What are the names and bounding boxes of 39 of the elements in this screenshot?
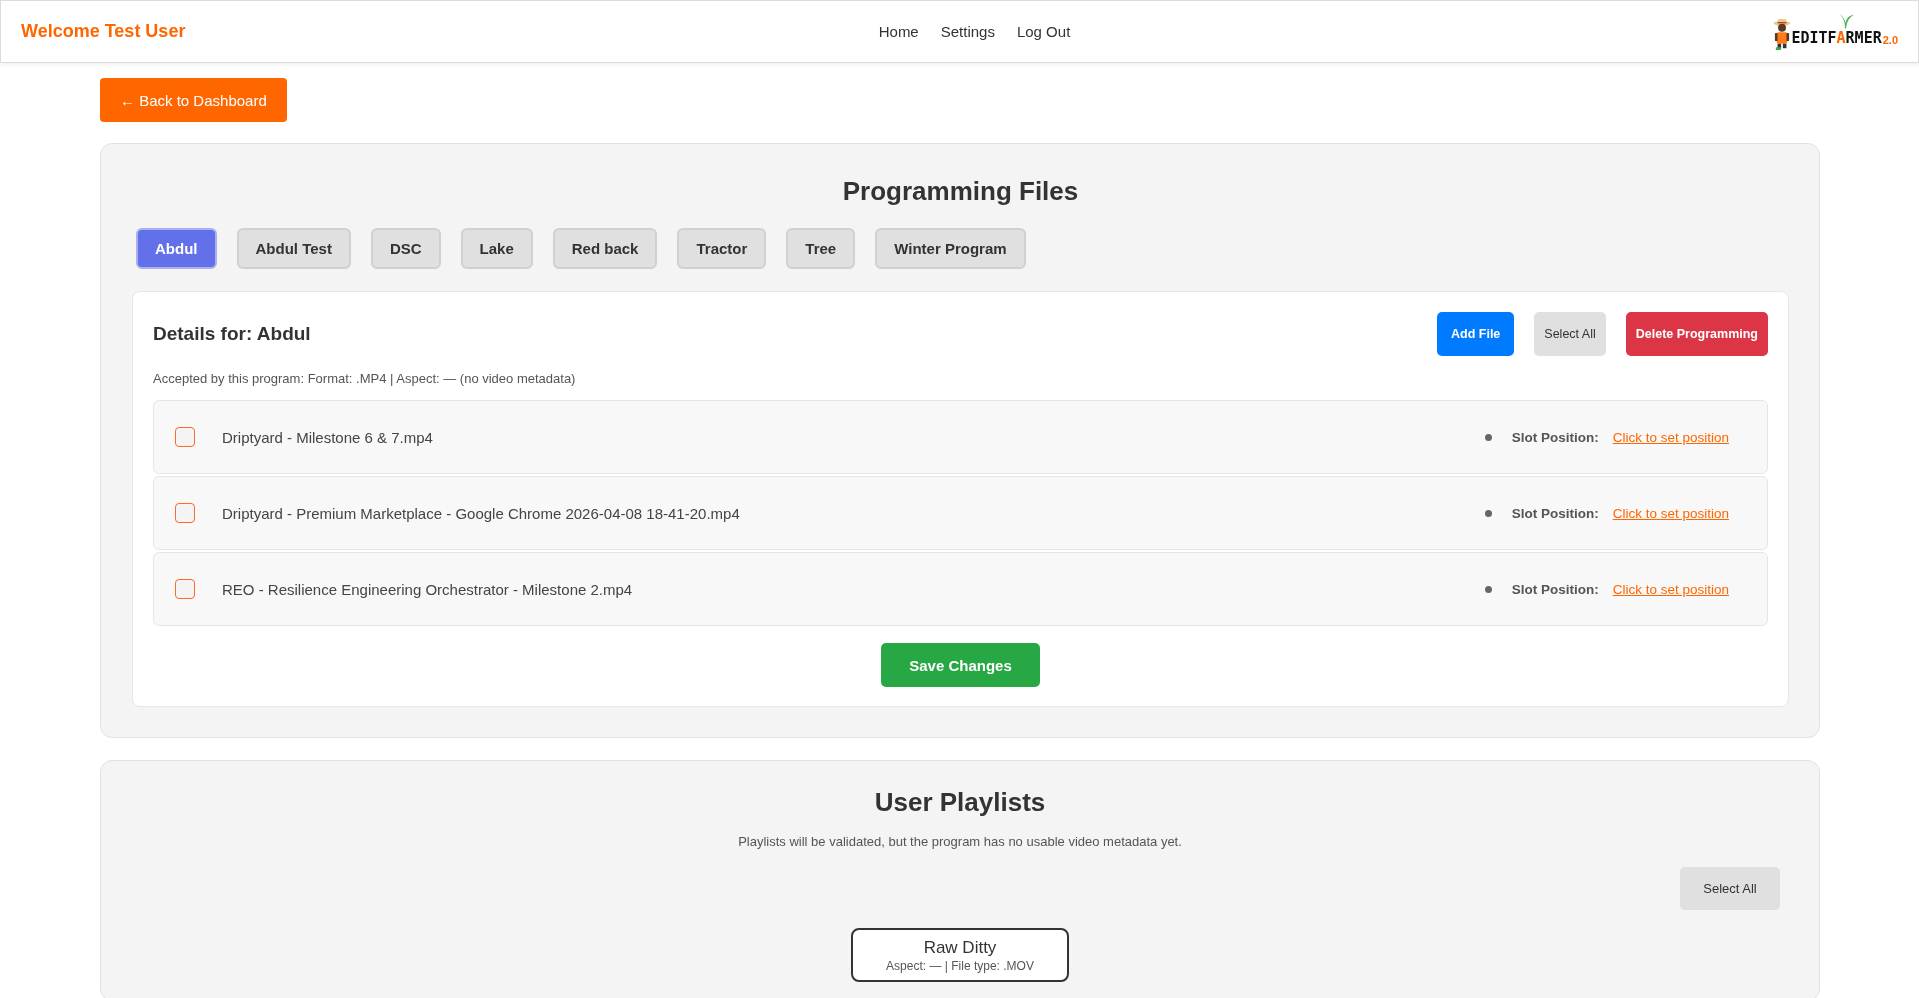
file-name: REO - Resilience Engineering Orchestrator - Milestone 2.mp4 (222, 580, 633, 598)
accepted-format-text: Accepted by this program: Format: .MP4 | Aspect: — (no video metadata) (153, 370, 577, 388)
nav-link[interactable]: Log Out (1016, 23, 1071, 40)
program-tab[interactable]: Abdul Test (236, 228, 351, 269)
program-tab[interactable]: Tractor (677, 228, 767, 269)
program-tab[interactable]: Red back (552, 228, 658, 269)
select-all-button[interactable]: Select All (1680, 867, 1780, 910)
playlist-name: Raw Ditty (923, 937, 997, 958)
bullet-icon (1484, 509, 1492, 517)
action-button[interactable]: Delete Programming (1625, 312, 1768, 356)
file-name: Driptyard - Milestone 6 & 7.mp4 (222, 428, 433, 446)
playlist-card[interactable]: Raw Ditty Aspect: — | File type: .MOV (851, 928, 1069, 982)
bullet-icon (1484, 585, 1492, 593)
playlist-note: Playlists will be validated, but the program has no usable video metadata yet. (737, 833, 1183, 851)
file-name: Driptyard - Premium Marketplace - Google Chrome 2026-04-08 18-41-20.mp4 (222, 504, 740, 522)
checkbox[interactable] (175, 579, 195, 599)
farmer-icon (1773, 17, 1792, 50)
playlist-meta: Aspect: — | File type: .MOV (886, 959, 1034, 974)
details-title: Details for: Abdul (153, 323, 311, 345)
program-tab[interactable]: DSC (370, 228, 441, 269)
section-title: User Playlists (873, 786, 1047, 819)
section-title: Programming Files (841, 175, 1080, 208)
bullet-icon (1484, 433, 1492, 441)
action-button[interactable]: Select All (1534, 312, 1606, 356)
slot-label: Slot Position: (1511, 429, 1599, 445)
checkbox[interactable] (175, 503, 195, 523)
action-button[interactable]: Add File (1437, 312, 1515, 356)
checkbox[interactable] (175, 427, 195, 447)
logo-wordmark: EDITFARMER (1791, 30, 1882, 45)
program-tab[interactable]: Lake (460, 228, 533, 269)
program-tab[interactable]: Abdul (136, 228, 217, 269)
welcome-text: Welcome Test User (21, 21, 186, 42)
version-label: 2.0 (1882, 34, 1898, 45)
slot-label: Slot Position: (1511, 505, 1599, 521)
nav-link[interactable]: Home (878, 23, 919, 40)
program-tab[interactable]: Winter Program (875, 228, 1026, 269)
program-tab[interactable]: Tree (786, 228, 856, 269)
slot-label: Slot Position: (1511, 581, 1599, 597)
nav-link[interactable]: Settings (940, 23, 995, 40)
